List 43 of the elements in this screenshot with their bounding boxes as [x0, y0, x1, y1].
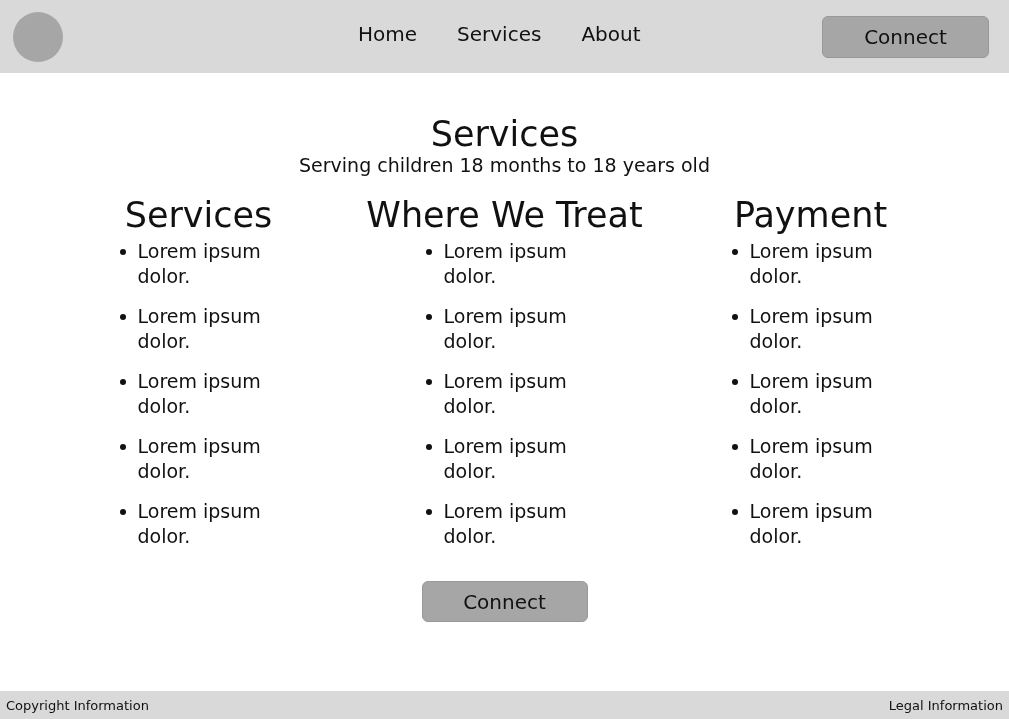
bullet-icon	[119, 249, 126, 255]
bullet-icon	[119, 509, 126, 515]
nav-link[interactable]: Home	[358, 22, 418, 46]
list-item-text: Lorem ipsum dolor.	[749, 369, 874, 419]
page-title: Services	[430, 115, 579, 153]
list-item-text: Lorem ipsum dolor.	[137, 239, 262, 289]
bullet-icon	[119, 314, 126, 320]
nav-link[interactable]: About	[581, 22, 641, 46]
bullet-icon	[731, 444, 738, 450]
logo-icon[interactable]	[13, 11, 63, 62]
column-heading: Where We Treat	[366, 195, 643, 235]
legal-link[interactable]: Legal Information	[888, 697, 1003, 713]
list-item-text: Lorem ipsum dolor.	[749, 434, 874, 484]
list-item-text: Lorem ipsum dolor.	[443, 499, 568, 549]
bullet-icon	[731, 509, 738, 515]
list-item-text: Lorem ipsum dolor.	[443, 239, 568, 289]
bullet-icon	[731, 314, 738, 320]
list-item-text: Lorem ipsum dolor.	[749, 499, 874, 549]
nav-link[interactable]: Services	[457, 22, 542, 46]
list-item-text: Lorem ipsum dolor.	[137, 304, 262, 354]
list-item-text: Lorem ipsum dolor.	[749, 304, 874, 354]
bullet-icon	[425, 249, 432, 255]
page-subtitle: Serving children 18 months to 18 years old	[299, 153, 710, 177]
list-item-text: Lorem ipsum dolor.	[443, 304, 568, 354]
column-heading: Payment	[733, 195, 888, 235]
bullet-icon	[731, 249, 738, 255]
bullet-icon	[425, 314, 432, 320]
list-item-text: Lorem ipsum dolor.	[137, 499, 262, 549]
bullet-icon	[731, 379, 738, 385]
list-item-text: Lorem ipsum dolor.	[443, 434, 568, 484]
bullet-icon	[119, 444, 126, 450]
bullet-icon	[119, 379, 126, 385]
connect-button[interactable]: Connect	[822, 15, 989, 58]
bullet-icon	[425, 509, 432, 515]
bullet-icon	[425, 444, 432, 450]
list-item-text: Lorem ipsum dolor.	[137, 369, 262, 419]
column-heading: Services	[124, 195, 273, 235]
connect-button[interactable]: Connect	[421, 581, 588, 622]
bullet-icon	[425, 379, 432, 385]
copyright-text: Copyright Information	[6, 697, 149, 713]
list-item-text: Lorem ipsum dolor.	[749, 239, 874, 289]
list-item-text: Lorem ipsum dolor.	[443, 369, 568, 419]
list-item-text: Lorem ipsum dolor.	[137, 434, 262, 484]
